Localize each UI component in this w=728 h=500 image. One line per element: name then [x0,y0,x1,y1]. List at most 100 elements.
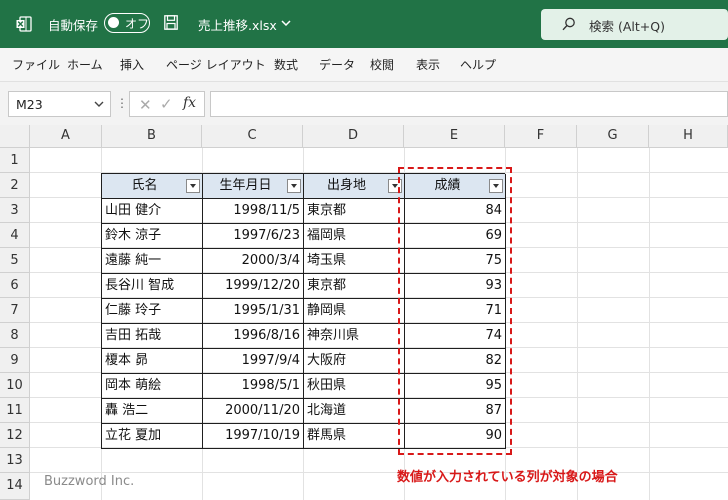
search-placeholder: 検索 (Alt+Q) [589,19,665,34]
table-cell[interactable]: 仁藤 玲子 [102,299,203,324]
row-header-9[interactable]: 9 [0,348,30,373]
row-header-13[interactable]: 13 [0,448,30,473]
tab-data[interactable]: データ [319,56,355,73]
chevron-down-icon[interactable] [281,20,291,26]
cell-value: 山田 健介 [105,203,162,218]
column-header-d[interactable]: D [303,125,404,148]
table-cell[interactable]: 群馬県 [304,424,405,449]
enter-icon[interactable]: ✓ [160,95,173,113]
autosave-label: 自動保存 [48,18,99,33]
tab-view[interactable]: 表示 [416,56,440,73]
table-cell[interactable]: 山田 健介 [102,199,203,224]
table-cell[interactable]: 1997/10/19 [203,424,304,449]
formula-input[interactable] [210,91,728,117]
column-header-g[interactable]: G [577,125,649,148]
search-box[interactable]: 検索 (Alt+Q) [541,9,728,40]
table-cell[interactable]: 静岡県 [304,299,405,324]
table-cell[interactable]: 轟 浩二 [102,399,203,424]
table-cell[interactable]: 1997/6/23 [203,224,304,249]
table-cell[interactable]: 1997/9/4 [203,349,304,374]
table-cell[interactable]: 榎本 昴 [102,349,203,374]
file-name[interactable]: 売上推移.xlsx [198,15,277,34]
filter-dropdown-icon[interactable] [287,179,301,193]
watermark: Buzzword Inc. [44,474,135,489]
cell-value: 1997/9/4 [241,353,300,368]
column-header-h[interactable]: H [649,125,728,148]
table-cell[interactable]: 長谷川 智成 [102,274,203,299]
row-header-8[interactable]: 8 [0,323,30,348]
table-cell[interactable]: 1998/11/5 [203,199,304,224]
row-header-11[interactable]: 11 [0,398,30,423]
table-cell[interactable]: 2000/11/20 [203,399,304,424]
row-header-2[interactable]: 2 [0,173,30,198]
tab-help[interactable]: ヘルプ [460,56,496,73]
column-header-a[interactable]: A [30,125,102,148]
table-cell[interactable]: 北海道 [304,399,405,424]
cell-value: 吉田 拓哉 [105,328,162,343]
cell-value: 1998/5/1 [241,378,300,393]
cell-value: 1997/10/19 [225,428,300,443]
table-cell[interactable]: 鈴木 涼子 [102,224,203,249]
row-header-14[interactable]: 14 [0,473,30,500]
cell-value: 榎本 昴 [105,353,149,368]
table-cell[interactable]: 大阪府 [304,349,405,374]
table-cell[interactable]: 1998/5/1 [203,374,304,399]
tab-review[interactable]: 校閲 [370,56,394,73]
row-header-4[interactable]: 4 [0,223,30,248]
filter-dropdown-icon[interactable] [186,179,200,193]
table-cell[interactable]: 秋田県 [304,374,405,399]
table-cell[interactable]: 1995/1/31 [203,299,304,324]
cell-value: 群馬県 [307,428,347,443]
table-cell[interactable]: 神奈川県 [304,324,405,349]
tab-insert[interactable]: 挿入 [120,56,144,73]
table-cell[interactable]: 埼玉県 [304,249,405,274]
save-icon[interactable] [164,15,178,30]
cell-value: 東京都 [307,203,347,218]
tab-page-layout[interactable]: ページ レイアウト [166,56,266,73]
select-all-corner[interactable] [0,125,30,148]
ribbon-tabs: ファイル ホーム 挿入 ページ レイアウト 数式 データ 校閲 表示 ヘルプ [0,48,728,81]
row-header-10[interactable]: 10 [0,373,30,398]
table-cell[interactable]: 遠藤 純一 [102,249,203,274]
cancel-icon[interactable]: ✕ [139,96,152,114]
autosave-toggle[interactable]: オフ [104,13,150,33]
more-options-icon[interactable]: ⋮ [116,96,128,110]
row-header-5[interactable]: 5 [0,248,30,273]
cell-value: 岡本 萌絵 [105,378,162,393]
table-cell[interactable]: 1999/12/20 [203,274,304,299]
header-cell-name[interactable]: 氏名 [102,174,203,199]
formula-buttons: ✕ ✓ fx [129,91,205,117]
tab-home[interactable]: ホーム [67,56,103,73]
chevron-down-icon[interactable] [94,101,104,107]
column-header-b[interactable]: B [102,125,202,148]
table-cell[interactable]: 東京都 [304,274,405,299]
header-cell-birthplace[interactable]: 出身地 [304,174,405,199]
row-header-3[interactable]: 3 [0,198,30,223]
insert-function-icon[interactable]: fx [183,95,196,111]
column-header-f[interactable]: F [505,125,577,148]
tab-file[interactable]: ファイル [12,56,60,73]
table-cell[interactable]: 2000/3/4 [203,249,304,274]
table-cell[interactable]: 岡本 萌絵 [102,374,203,399]
row-header-12[interactable]: 12 [0,423,30,448]
row-header-1[interactable]: 1 [0,148,30,173]
row-header-6[interactable]: 6 [0,273,30,298]
header-label: 出身地 [326,178,366,193]
column-header-e[interactable]: E [404,125,505,148]
name-box-value: M23 [16,97,43,112]
row-header-7[interactable]: 7 [0,298,30,323]
gridline [30,472,728,473]
table-cell[interactable]: 1996/8/16 [203,324,304,349]
cell-value: 静岡県 [307,303,347,318]
name-box[interactable]: M23 [8,91,111,117]
table-cell[interactable]: 東京都 [304,199,405,224]
table-cell[interactable]: 福岡県 [304,224,405,249]
cell-value: 2000/11/20 [225,403,300,418]
table-cell[interactable]: 立花 夏加 [102,424,203,449]
header-cell-birthdate[interactable]: 生年月日 [203,174,304,199]
autosave-state: オフ [125,17,150,31]
tab-formulas[interactable]: 数式 [274,56,298,73]
cell-value: 1998/11/5 [233,203,300,218]
column-header-c[interactable]: C [202,125,303,148]
table-cell[interactable]: 吉田 拓哉 [102,324,203,349]
